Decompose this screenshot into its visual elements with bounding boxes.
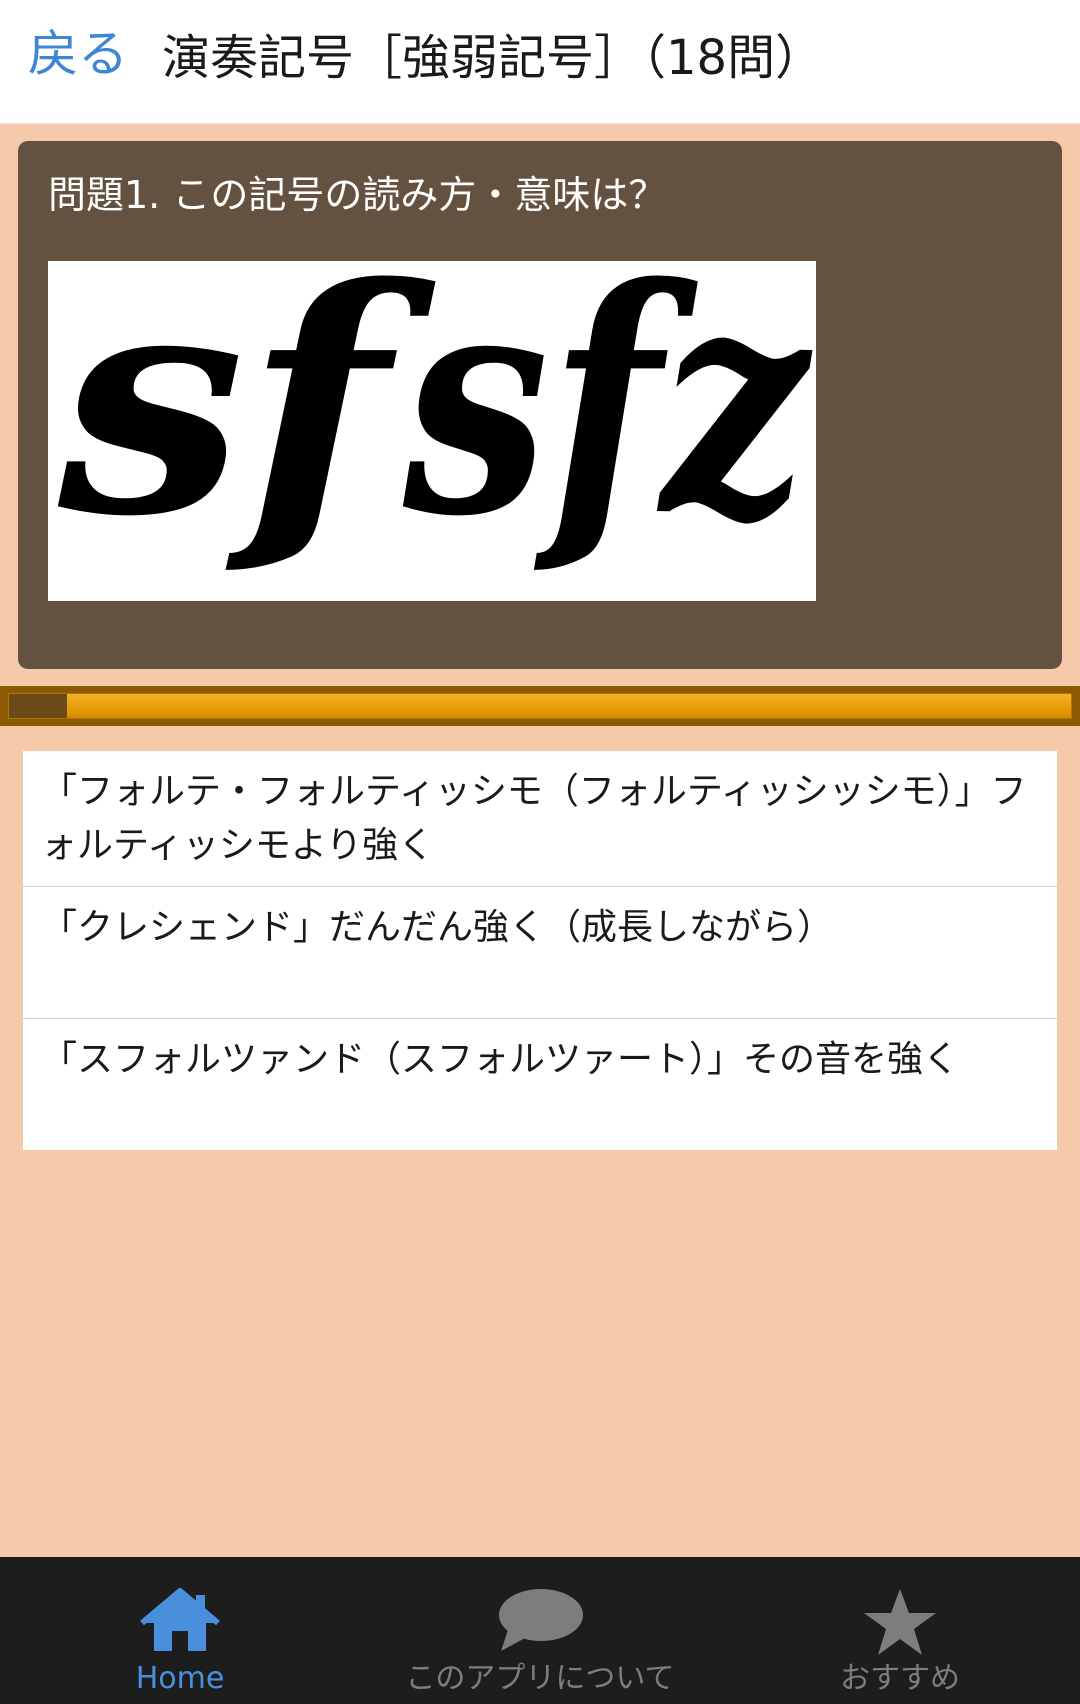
- symbol-sfz: sfz: [399, 261, 815, 585]
- tab-about[interactable]: このアプリについて: [380, 1557, 700, 1704]
- question-card: 問題1. この記号の読み方・意味は？ sf sfz: [18, 141, 1062, 669]
- dynamics-symbol-svg: sf sfz: [53, 261, 815, 585]
- back-button[interactable]: 戻る: [28, 22, 128, 86]
- page-title: 演奏記号［強弱記号］（18問）: [162, 30, 824, 86]
- star-icon: [860, 1587, 940, 1655]
- tab-home[interactable]: Home: [80, 1557, 280, 1704]
- tab-bar: Home このアプリについて おすすめ: [0, 1557, 1080, 1704]
- dynamics-symbol-image: sf sfz: [48, 261, 816, 601]
- speech-bubble-icon: [495, 1587, 585, 1653]
- progress-track-inner: [8, 693, 1072, 719]
- answer-option-2[interactable]: 「クレシェンド」だんだん強く（成長しながら）: [23, 887, 1057, 1019]
- tab-about-label: このアプリについて: [405, 1661, 675, 1696]
- tab-recommend-label: おすすめ: [840, 1661, 960, 1696]
- answer-list: 「フォルテ・フォルティッシモ（フォルティッシッシモ）」フォルティッシモより強く …: [23, 751, 1057, 1150]
- answer-option-1[interactable]: 「フォルテ・フォルティッシモ（フォルティッシッシモ）」フォルティッシモより強く: [23, 751, 1057, 887]
- question-text: 問題1. この記号の読み方・意味は？: [48, 173, 667, 217]
- tab-recommend[interactable]: おすすめ: [800, 1557, 1000, 1704]
- header: 戻る 演奏記号［強弱記号］（18問）: [0, 0, 1080, 124]
- tab-home-label: Home: [135, 1661, 225, 1696]
- progress-bar: [0, 686, 1080, 726]
- symbol-sf: sf: [53, 261, 437, 585]
- progress-fill: [9, 694, 68, 718]
- answer-option-3[interactable]: 「スフォルツァンド（スフォルツァート）」その音を強く: [23, 1019, 1057, 1150]
- home-icon: [140, 1587, 220, 1653]
